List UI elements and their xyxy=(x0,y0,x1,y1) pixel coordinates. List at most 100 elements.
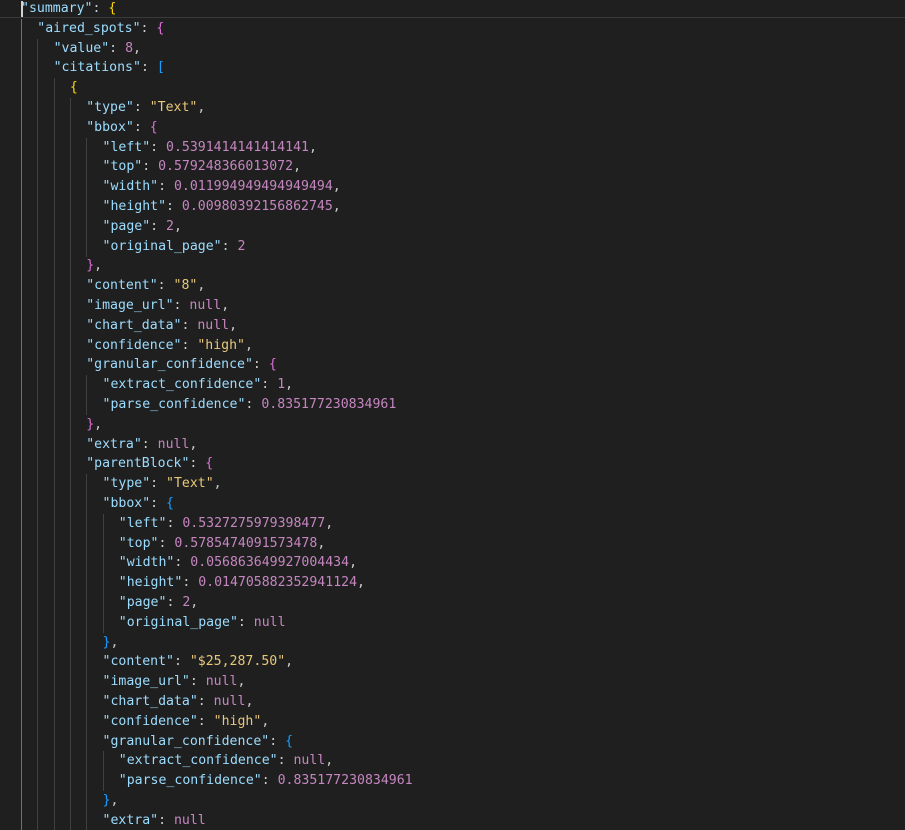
code-line: "parse_confidence": 0.835177230834961 xyxy=(0,771,905,792)
indent-guide xyxy=(53,414,55,435)
indent-guide xyxy=(53,177,55,198)
indent-guide xyxy=(69,296,71,316)
indent-guide xyxy=(69,791,71,811)
indent-guide xyxy=(21,216,22,237)
indent-guide xyxy=(37,513,39,534)
code-token: , xyxy=(110,793,119,808)
indent-guide xyxy=(21,692,22,712)
code-token: { xyxy=(205,456,214,472)
indent-guide xyxy=(37,810,39,830)
code-token: : xyxy=(158,179,174,195)
code-content: "original_page": null xyxy=(119,613,286,633)
indent-guide xyxy=(69,197,71,217)
code-token: "page" xyxy=(118,595,167,610)
code-token: null xyxy=(205,674,238,690)
indent-guide xyxy=(69,692,71,712)
indent-guide xyxy=(53,810,55,830)
code-token: , xyxy=(94,416,103,432)
code-token: "height" xyxy=(102,199,167,214)
indent-guide xyxy=(102,533,104,554)
indent-guide xyxy=(21,276,22,297)
indent-guide xyxy=(21,18,22,39)
code-token: null xyxy=(293,753,326,769)
code-token: , xyxy=(308,139,317,155)
indent-guide xyxy=(37,216,39,237)
code-content: "width": 0.056863649927004434, xyxy=(119,553,357,573)
code-token: , xyxy=(213,476,222,492)
indent-guide xyxy=(37,533,39,554)
indent-guide xyxy=(53,751,55,772)
code-token: : xyxy=(141,436,158,452)
code-token: "granular_confidence" xyxy=(102,733,270,749)
code-content: "confidence": "high", xyxy=(103,712,270,732)
code-token: : xyxy=(181,317,198,333)
indent-guide xyxy=(21,771,22,792)
code-token: 0.056863649927004434 xyxy=(190,555,350,571)
indent-guide xyxy=(37,731,39,752)
code-line: "image_url": null, xyxy=(0,296,905,316)
indent-guide xyxy=(37,276,39,297)
code-content: "extract_confidence": null, xyxy=(119,751,333,771)
indent-guide xyxy=(37,771,39,792)
indent-guide xyxy=(21,593,22,613)
indent-guide xyxy=(53,632,55,653)
code-token: 0.011994949494949494 xyxy=(173,179,333,195)
indent-guide xyxy=(86,791,88,811)
code-token: "chart_data" xyxy=(86,317,182,333)
code-token: } xyxy=(86,416,95,432)
indent-guide xyxy=(69,771,71,792)
code-token: , xyxy=(221,298,230,313)
code-content: "parentBlock": { xyxy=(86,454,213,474)
indent-guide xyxy=(53,315,55,336)
indent-guide xyxy=(53,593,55,613)
code-line: "top": 0.579248366013072, xyxy=(0,157,905,178)
code-token: , xyxy=(357,575,365,591)
indent-guide xyxy=(86,375,88,396)
code-token: { xyxy=(69,80,78,96)
indent-guide xyxy=(86,513,88,534)
code-content: "height": 0.014705882352941124, xyxy=(119,573,365,593)
indent-guide xyxy=(53,256,55,277)
code-token: , xyxy=(237,674,246,690)
indent-guide xyxy=(53,652,55,673)
code-token: : xyxy=(133,119,150,135)
code-token: "parentBlock" xyxy=(86,456,190,472)
code-line: "left": 0.5327275979398477, xyxy=(0,513,905,534)
code-token: "bbox" xyxy=(86,119,134,135)
indent-guide xyxy=(37,494,39,514)
code-token: "$25,287.50" xyxy=(189,654,286,670)
indent-guide xyxy=(21,731,22,752)
code-token: "content" xyxy=(86,278,158,294)
code-token: , xyxy=(197,278,206,294)
code-token: "extra" xyxy=(86,436,142,452)
indent-guide xyxy=(86,216,88,237)
indent-guide xyxy=(21,38,22,59)
code-line: "type": "Text", xyxy=(0,474,905,495)
code-token: { xyxy=(156,20,165,36)
indent-guide xyxy=(21,533,22,554)
code-token: , xyxy=(349,555,358,571)
indent-guide xyxy=(86,197,88,217)
code-content: "content": "$25,287.50", xyxy=(103,652,294,672)
code-token: : xyxy=(166,199,182,214)
code-content: "aired_spots": { xyxy=(37,19,164,39)
code-token: : xyxy=(150,476,167,492)
indent-guide xyxy=(21,573,22,594)
code-editor[interactable]: "summary": {"aired_spots": {"value": 8, "… xyxy=(0,0,905,830)
code-token: 1 xyxy=(277,377,286,393)
code-token: : xyxy=(252,357,269,373)
code-line: "extract_confidence": null, xyxy=(0,751,905,772)
code-line: "height": 0.014705882352941124, xyxy=(0,573,905,594)
indent-guide xyxy=(102,553,104,574)
code-content: "chart_data": null, xyxy=(86,316,237,336)
code-token: : xyxy=(261,377,278,393)
code-token: : xyxy=(173,298,190,313)
code-line: "page": 2, xyxy=(0,593,905,613)
indent-guide xyxy=(69,395,71,415)
indent-guide xyxy=(37,573,39,594)
code-token: : xyxy=(221,238,238,254)
code-line: "summary": { xyxy=(0,0,905,19)
code-token: : xyxy=(150,218,167,234)
code-line: "extra": null, xyxy=(0,434,905,455)
code-content: "granular_confidence": { xyxy=(103,732,294,752)
